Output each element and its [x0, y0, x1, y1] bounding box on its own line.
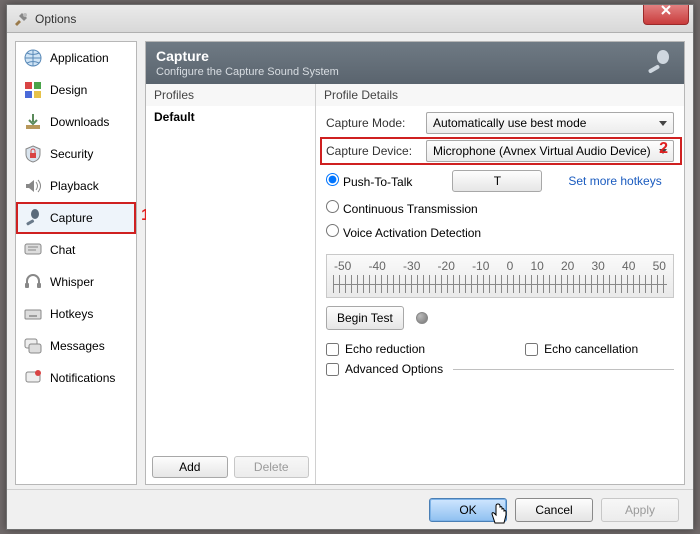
divider	[453, 369, 674, 370]
sidebar-item-label: Downloads	[50, 115, 109, 129]
pane-header: Capture Configure the Capture Sound Syst…	[146, 42, 684, 84]
sidebar-item-playback[interactable]: Playback	[16, 170, 136, 202]
echo-cancel-checkbox[interactable]: Echo cancellation	[525, 342, 638, 356]
sidebar-item-label: Chat	[50, 243, 75, 257]
titlebar[interactable]: Options	[7, 5, 693, 33]
echo-row: Echo reduction Echo cancellation	[326, 342, 674, 356]
sidebar-item-whisper[interactable]: Whisper	[16, 266, 136, 298]
globe-icon	[22, 47, 44, 69]
ct-radio-input[interactable]	[326, 200, 339, 213]
sidebar-item-messages[interactable]: Messages	[16, 330, 136, 362]
messages-icon	[22, 335, 44, 357]
ptt-hotkey-button[interactable]: T	[452, 170, 542, 192]
options-icon	[13, 11, 29, 27]
details-heading: Profile Details	[316, 84, 684, 106]
sidebar-item-label: Hotkeys	[50, 307, 93, 321]
sidebar-item-capture[interactable]: Capture 1	[16, 202, 136, 234]
main-pane: Capture Configure the Capture Sound Syst…	[145, 41, 685, 485]
pane-subtitle: Configure the Capture Sound System	[156, 66, 674, 78]
delete-profile-button[interactable]: Delete	[234, 456, 310, 478]
profiles-heading: Profiles	[146, 84, 315, 106]
keyboard-icon	[22, 303, 44, 325]
capture-device-value: Microphone (Avnex Virtual Audio Device)	[433, 144, 651, 158]
begin-test-row: Begin Test	[326, 306, 674, 330]
sidebar-item-hotkeys[interactable]: Hotkeys	[16, 298, 136, 330]
sidebar-item-application[interactable]: Application	[16, 42, 136, 74]
sidebar-item-label: Messages	[50, 339, 105, 353]
palette-icon	[22, 79, 44, 101]
client-area: Application Design Downloads Security Pl…	[15, 41, 685, 485]
sidebar-item-label: Whisper	[50, 275, 94, 289]
ct-radio[interactable]: Continuous Transmission	[326, 200, 478, 216]
headset-icon	[22, 271, 44, 293]
sidebar-item-chat[interactable]: Chat	[16, 234, 136, 266]
set-hotkeys-link[interactable]: Set more hotkeys	[568, 174, 661, 188]
microphone-large-icon	[644, 48, 674, 78]
capture-device-select[interactable]: Microphone (Avnex Virtual Audio Device)	[426, 140, 674, 162]
chevron-down-icon	[659, 149, 667, 154]
sidebar-item-label: Security	[50, 147, 93, 161]
vad-radio-input[interactable]	[326, 224, 339, 237]
ptt-radio[interactable]: Push-To-Talk	[326, 173, 412, 189]
advanced-options-checkbox[interactable]: Advanced Options	[326, 362, 443, 376]
chevron-down-icon	[659, 121, 667, 126]
dialog-footer: OK Cancel Apply	[7, 489, 693, 529]
pane-body: Profiles Default Add Delete Profile Deta…	[146, 84, 684, 484]
options-window: Options Application Design Downloads Sec…	[6, 4, 694, 530]
sidebar: Application Design Downloads Security Pl…	[15, 41, 137, 485]
sidebar-item-notifications[interactable]: Notifications	[16, 362, 136, 394]
notification-icon	[22, 367, 44, 389]
sidebar-item-label: Notifications	[50, 371, 115, 385]
scale-ticks: -50 -40 -30 -20 -10 0 10 20 30 40 50	[333, 259, 667, 293]
apply-button[interactable]: Apply	[601, 498, 679, 522]
profile-item[interactable]: Default	[146, 106, 315, 128]
sidebar-item-label: Application	[50, 51, 109, 65]
level-led-icon	[416, 312, 428, 324]
capture-mode-select[interactable]: Automatically use best mode	[426, 112, 674, 134]
profile-buttons: Add Delete	[146, 450, 315, 484]
capture-device-row: Capture Device: Microphone (Avnex Virtua…	[326, 140, 674, 162]
capture-mode-value: Automatically use best mode	[433, 116, 586, 130]
capture-device-label: Capture Device:	[326, 144, 418, 158]
vad-radio[interactable]: Voice Activation Detection	[326, 224, 481, 240]
ok-button[interactable]: OK	[429, 498, 507, 522]
window-title: Options	[35, 12, 76, 26]
vad-row: Voice Activation Detection	[326, 224, 674, 240]
close-button[interactable]	[643, 5, 689, 25]
ptt-row: Push-To-Talk T Set more hotkeys	[326, 170, 674, 192]
sidebar-item-label: Design	[50, 83, 87, 97]
ptt-radio-input[interactable]	[326, 173, 339, 186]
add-profile-button[interactable]: Add	[152, 456, 228, 478]
sidebar-item-label: Capture	[50, 211, 93, 225]
advanced-options-group: Advanced Options	[326, 362, 674, 376]
profiles-column: Profiles Default Add Delete	[146, 84, 316, 484]
level-scale[interactable]: -50 -40 -30 -20 -10 0 10 20 30 40 50	[326, 254, 674, 298]
sidebar-item-security[interactable]: Security	[16, 138, 136, 170]
sidebar-item-design[interactable]: Design	[16, 74, 136, 106]
sidebar-item-label: Playback	[50, 179, 99, 193]
profile-list[interactable]: Default	[146, 106, 315, 450]
details-column: Profile Details Capture Mode: Automatica…	[316, 84, 684, 484]
capture-mode-row: Capture Mode: Automatically use best mod…	[326, 112, 674, 134]
echo-reduction-checkbox[interactable]: Echo reduction	[326, 342, 425, 356]
sidebar-item-downloads[interactable]: Downloads	[16, 106, 136, 138]
shield-icon	[22, 143, 44, 165]
capture-mode-label: Capture Mode:	[326, 116, 418, 130]
ct-row: Continuous Transmission	[326, 200, 674, 216]
speaker-icon	[22, 175, 44, 197]
cancel-button[interactable]: Cancel	[515, 498, 593, 522]
begin-test-button[interactable]: Begin Test	[326, 306, 404, 330]
microphone-icon	[22, 207, 44, 229]
chat-icon	[22, 239, 44, 261]
pane-title: Capture	[156, 48, 674, 64]
download-icon	[22, 111, 44, 133]
